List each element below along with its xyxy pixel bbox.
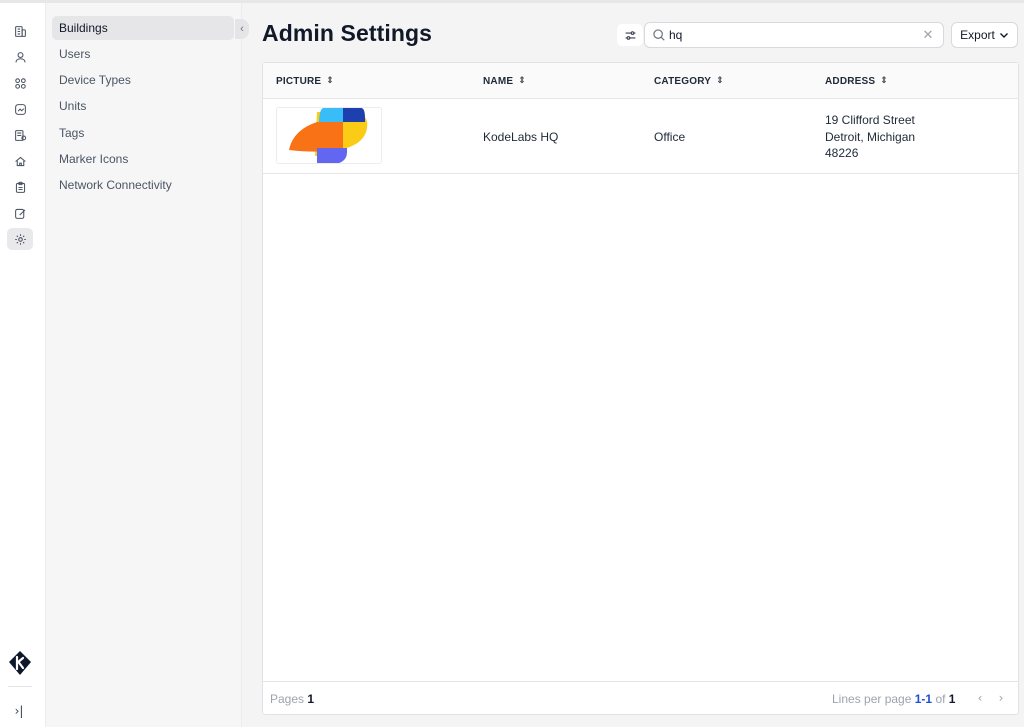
table-header: PICTURE ⇕ NAME ⇕ CATEGORY ⇕ ADDRESS ⇕ bbox=[263, 63, 1018, 99]
home-icon[interactable] bbox=[7, 150, 33, 172]
edit-icon[interactable] bbox=[7, 202, 33, 224]
analytics-icon[interactable] bbox=[7, 98, 33, 120]
building-name[interactable]: KodeLabs HQ bbox=[483, 130, 558, 144]
submenu-item-tags[interactable]: Tags bbox=[52, 121, 234, 145]
submenu-item-units[interactable]: Units bbox=[52, 94, 234, 118]
column-header-name[interactable]: NAME ⇕ bbox=[483, 63, 526, 99]
table-row[interactable]: KodeLabs HQ Office 19 Clifford Street De… bbox=[263, 100, 1018, 174]
column-label: NAME bbox=[483, 75, 514, 87]
sort-icon: ⇕ bbox=[716, 76, 724, 86]
lines-per-page: Lines per page 1-1 of 1 bbox=[832, 692, 955, 706]
search-input[interactable] bbox=[669, 26, 919, 44]
address-line: 19 Clifford Street bbox=[825, 113, 915, 127]
submenu-item-device-types[interactable]: Device Types bbox=[52, 68, 234, 92]
building-picture bbox=[276, 107, 382, 164]
settings-icon[interactable] bbox=[7, 228, 33, 250]
column-header-picture[interactable]: PICTURE ⇕ bbox=[276, 63, 334, 99]
export-button[interactable]: Export bbox=[951, 22, 1018, 48]
search-icon bbox=[653, 29, 665, 41]
settings-submenu: Buildings Users Device Types Units Tags … bbox=[46, 3, 249, 727]
lines-per-page-label: Lines per page bbox=[832, 692, 912, 706]
buildings-table: PICTURE ⇕ NAME ⇕ CATEGORY ⇕ ADDRESS ⇕ Ko… bbox=[262, 62, 1019, 715]
table-footer: Pages 1 Lines per page 1-1 of 1 ‹ › bbox=[263, 681, 1018, 715]
submenu-item-network-connectivity[interactable]: Network Connectivity bbox=[52, 173, 234, 197]
expand-sidebar-icon[interactable]: ›| bbox=[9, 701, 29, 721]
sort-icon: ⇕ bbox=[326, 76, 335, 86]
building-address: 19 Clifford Street Detroit, Michigan 482… bbox=[825, 112, 915, 162]
users-icon[interactable] bbox=[7, 46, 33, 68]
of-label: of bbox=[935, 692, 946, 706]
building-icon[interactable] bbox=[7, 20, 33, 42]
page-title: Admin Settings bbox=[262, 20, 433, 46]
submenu-item-marker-icons[interactable]: Marker Icons bbox=[52, 147, 234, 171]
sort-icon: ⇕ bbox=[880, 76, 889, 86]
address-line: 48226 bbox=[825, 146, 859, 160]
collapse-submenu-button[interactable]: ‹ bbox=[235, 19, 249, 39]
rail-divider bbox=[8, 686, 32, 687]
submenu-item-buildings[interactable]: Buildings bbox=[52, 16, 234, 40]
column-label: ADDRESS bbox=[825, 75, 876, 87]
building-category: Office bbox=[654, 130, 686, 144]
address-line: Detroit, Michigan bbox=[825, 129, 916, 144]
kodelabs-logo-icon bbox=[6, 649, 34, 677]
column-header-address[interactable]: ADDRESS ⇕ bbox=[825, 63, 888, 99]
search-box: ✕ bbox=[644, 22, 944, 48]
devices-icon[interactable] bbox=[7, 72, 33, 94]
clear-search-icon[interactable]: ✕ bbox=[921, 27, 935, 43]
database-icon[interactable] bbox=[7, 124, 33, 146]
next-page-icon[interactable]: › bbox=[994, 690, 1008, 706]
pages-label: Pages bbox=[270, 692, 305, 706]
sort-icon: ⇕ bbox=[518, 76, 526, 86]
lines-range[interactable]: 1-1 bbox=[915, 692, 932, 706]
filter-button[interactable] bbox=[617, 24, 643, 46]
submenu-item-users[interactable]: Users bbox=[52, 42, 234, 66]
icon-rail: ›| bbox=[0, 3, 46, 727]
clipboard-icon[interactable] bbox=[7, 176, 33, 198]
lines-total: 1 bbox=[948, 692, 956, 706]
column-label: CATEGORY bbox=[654, 75, 712, 87]
column-label: PICTURE bbox=[276, 75, 322, 87]
pages-indicator: Pages 1 bbox=[270, 692, 314, 706]
export-label: Export bbox=[960, 28, 995, 42]
column-header-category[interactable]: CATEGORY ⇕ bbox=[654, 63, 724, 99]
chevron-down-icon bbox=[999, 33, 1008, 38]
pages-value[interactable]: 1 bbox=[307, 692, 314, 706]
filter-sliders-icon bbox=[625, 30, 635, 40]
previous-page-icon[interactable]: ‹ bbox=[973, 690, 987, 706]
